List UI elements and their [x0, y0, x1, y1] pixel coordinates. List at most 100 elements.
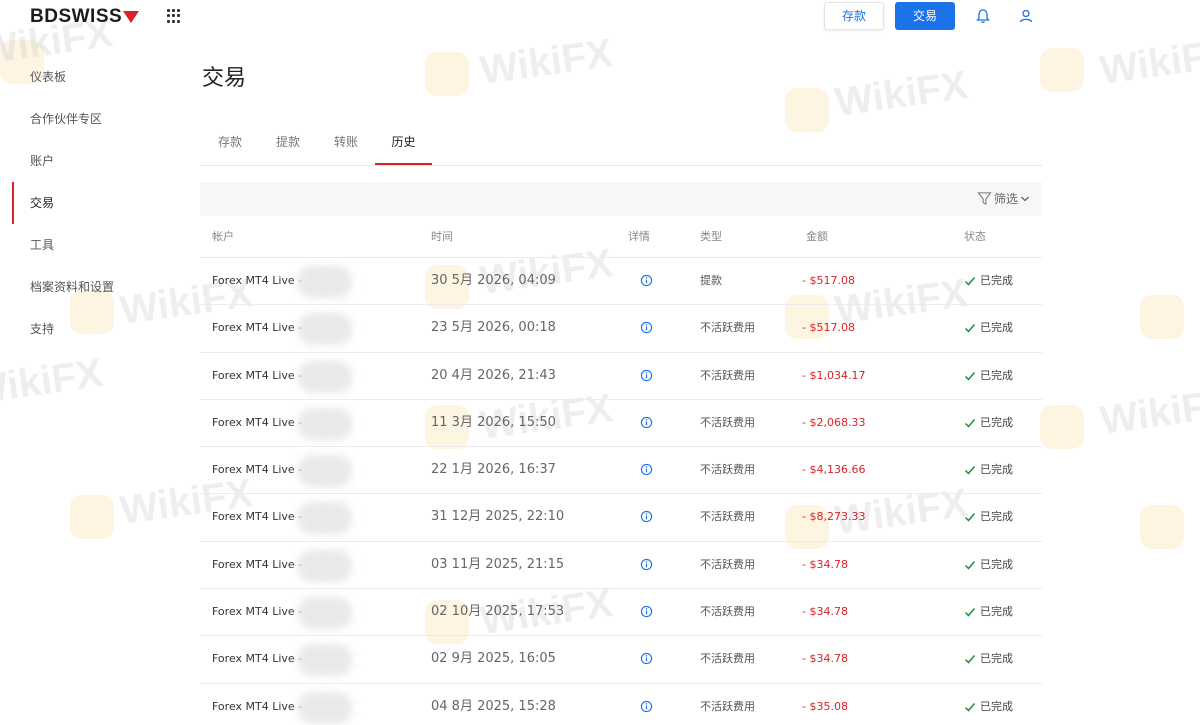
- filter-bar: 筛选: [200, 182, 1042, 216]
- type-cell: 不活跃费用: [700, 321, 755, 335]
- watermark-badge: [70, 495, 114, 539]
- watermark-badge: [1140, 295, 1184, 339]
- status-label: 已完成: [980, 415, 1013, 429]
- sidebar-item-transactions[interactable]: 交易: [0, 182, 180, 224]
- apps-grid-icon[interactable]: [167, 9, 181, 23]
- type-cell: 不活跃费用: [700, 699, 755, 713]
- table-row: Forex MT4 Live - 30 5月 2026, 04:09 提款 - …: [200, 258, 1042, 306]
- status-label: 已完成: [980, 274, 1013, 287]
- col-header-type: 类型: [700, 230, 722, 243]
- table-row: Forex MT4 Live - 11 3月 2026, 15:50 不活跃费用…: [200, 400, 1042, 448]
- brand-logo[interactable]: BDSWISS: [30, 6, 140, 28]
- info-icon[interactable]: [640, 700, 653, 713]
- time-cell: 22 1月 2026, 16:37: [431, 462, 556, 478]
- info-icon[interactable]: [640, 369, 653, 382]
- brand-logo-text: BDSWISS: [30, 6, 123, 27]
- account-cell: Forex MT4 Live -: [212, 494, 302, 540]
- time-cell: 02 10月 2025, 17:53: [431, 604, 565, 620]
- watermark-badge: [1040, 405, 1084, 449]
- amount-cell: - $517.08: [802, 321, 855, 335]
- account-name: Forex MT4 Live -: [212, 415, 303, 429]
- type-cell: 不活跃费用: [700, 605, 755, 619]
- amount-cell: - $2,068.33: [802, 415, 866, 429]
- account-cell: Forex MT4 Live -: [212, 258, 302, 304]
- account-name: Forex MT4 Live -: [212, 699, 303, 713]
- status-label: 已完成: [980, 699, 1013, 713]
- deposit-button[interactable]: 存款: [824, 2, 884, 30]
- account-cell: Forex MT4 Live -: [212, 400, 302, 446]
- account-cell: Forex MT4 Live -: [212, 589, 302, 635]
- watermark: WikiFX: [1097, 30, 1200, 94]
- type-cell: 不活跃费用: [700, 463, 755, 477]
- redacted-account-number: [298, 407, 352, 440]
- logo-flag-icon: [123, 11, 140, 23]
- col-header-amount: 金额: [806, 230, 828, 243]
- time-cell: 03 11月 2025, 21:15: [431, 556, 565, 572]
- sidebar-item-dashboard[interactable]: 仪表板: [0, 56, 180, 98]
- status-cell: 已完成: [964, 542, 1013, 588]
- sidebar-item-profile-settings[interactable]: 档案资料和设置: [0, 266, 180, 308]
- watermark-badge: [1140, 505, 1184, 549]
- sidebar-item-support[interactable]: 支持: [0, 308, 180, 350]
- info-icon[interactable]: [640, 652, 653, 665]
- type-cell: 不活跃费用: [700, 510, 755, 524]
- info-icon[interactable]: [640, 321, 653, 334]
- tab-transfer[interactable]: 转账: [326, 124, 366, 165]
- trade-button[interactable]: 交易: [895, 2, 955, 30]
- account-name: Forex MT4 Live -: [212, 557, 303, 571]
- status-cell: 已完成: [964, 305, 1013, 351]
- info-icon[interactable]: [640, 605, 653, 618]
- watermark: WikiFX: [0, 350, 106, 414]
- status-label: 已完成: [980, 321, 1013, 335]
- amount-cell: - $34.78: [802, 605, 848, 619]
- transactions-table: 帐户 时间 详情 类型 金额 状态 Forex MT4 Live - 30 5月…: [200, 218, 1042, 725]
- sidebar-item-accounts[interactable]: 账户: [0, 140, 180, 182]
- status-cell: 已完成: [964, 447, 1013, 493]
- tab-history[interactable]: 历史: [375, 124, 432, 165]
- info-icon[interactable]: [640, 274, 653, 287]
- amount-cell: - $4,136.66: [802, 463, 866, 477]
- sidebar-item-tools[interactable]: 工具: [0, 224, 180, 266]
- info-icon[interactable]: [640, 558, 653, 571]
- check-icon: [964, 371, 976, 381]
- status-label: 已完成: [980, 557, 1013, 571]
- status-cell: 已完成: [964, 494, 1013, 540]
- sidebar-nav: 仪表板 合作伙伴专区 账户 交易 工具 档案资料和设置 支持: [0, 56, 180, 350]
- tab-withdraw[interactable]: 提款: [268, 124, 308, 165]
- amount-cell: - $517.08: [802, 274, 855, 287]
- info-icon[interactable]: [640, 463, 653, 476]
- table-row: Forex MT4 Live - 5 20 4月 2026, 21:43 不活跃…: [200, 353, 1042, 400]
- time-cell: 02 9月 2025, 16:05: [431, 651, 556, 667]
- time-cell: 04 8月 2025, 15:28: [431, 698, 556, 714]
- col-header-account: 帐户: [212, 230, 234, 243]
- transaction-tabs: 存款 提款 转账 历史: [200, 124, 1042, 166]
- check-icon: [964, 560, 976, 570]
- table-row: Forex MT4 Live - 03 11月 2025, 21:15 不活跃费…: [200, 542, 1042, 590]
- sidebar-item-partner-zone[interactable]: 合作伙伴专区: [0, 98, 180, 140]
- account-cell: Forex MT4 Live -: [212, 542, 302, 588]
- col-header-details: 详情: [628, 230, 650, 243]
- info-icon[interactable]: [640, 510, 653, 523]
- check-icon: [964, 277, 976, 286]
- info-icon[interactable]: [640, 416, 653, 429]
- filter-button[interactable]: 筛选: [977, 190, 1030, 207]
- status-label: 已完成: [980, 368, 1013, 382]
- user-icon[interactable]: [1018, 8, 1034, 24]
- status-label: 已完成: [980, 605, 1013, 619]
- filter-label: 筛选: [993, 192, 1018, 206]
- check-icon: [964, 466, 976, 475]
- table-row: Forex MT4 Live - 04 8月 2025, 15:28 不活跃费用…: [200, 684, 1042, 725]
- page-title: 交易: [202, 66, 247, 91]
- account-cell: Forex MT4 Live -: [212, 684, 302, 725]
- redacted-account-number: [298, 597, 352, 630]
- redacted-account-number: [298, 313, 352, 346]
- type-cell: 提款: [700, 274, 722, 287]
- redacted-account-number: [298, 360, 352, 393]
- amount-cell: - $34.78: [802, 557, 848, 571]
- status-label: 已完成: [980, 652, 1013, 666]
- status-label: 已完成: [980, 510, 1013, 524]
- bell-icon[interactable]: [975, 8, 991, 24]
- table-row: Forex MT4 Live - 5 22 1月 2026, 16:37 不活跃…: [200, 447, 1042, 495]
- tab-deposit[interactable]: 存款: [210, 124, 250, 165]
- col-header-time: 时间: [431, 230, 453, 243]
